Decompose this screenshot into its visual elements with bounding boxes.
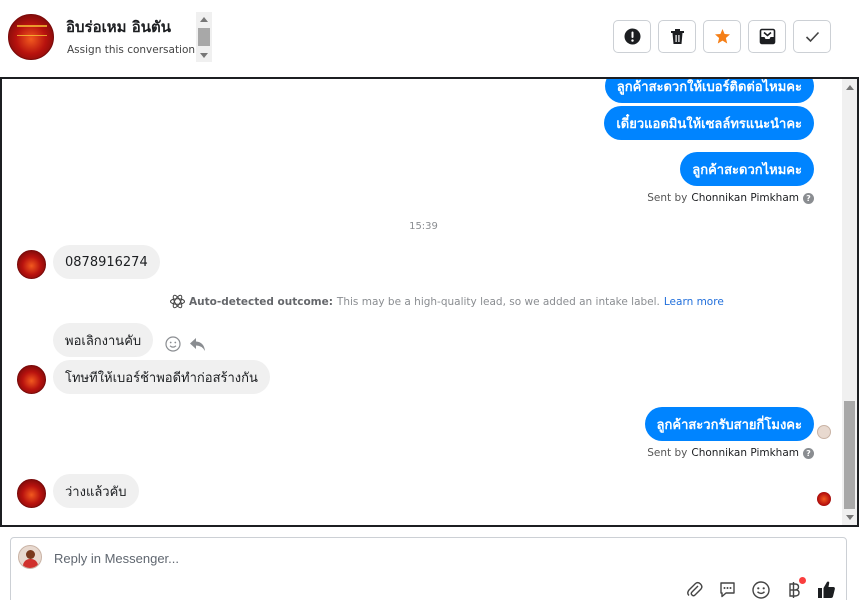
scroll-up-arrow-icon[interactable] [846,85,854,90]
help-icon[interactable]: ? [803,192,814,204]
seen-by-agent-avatar [817,425,831,439]
contact-avatar-small [17,365,46,394]
inbox-icon [759,28,775,45]
sent-by-prefix: Sent by [647,192,688,204]
learn-more-link[interactable]: Learn more [664,296,724,308]
like-button[interactable] [817,580,836,599]
scrollbar-thumb[interactable] [844,401,855,509]
agent-avatar [18,545,42,569]
conversation-header: อิบร่อเหม อินตัน Assign this conversatio… [0,0,859,76]
scroll-up-arrow-icon[interactable] [200,17,208,22]
trash-icon [670,29,684,44]
sent-by-label: Sent by Chonnikan Pimkham ? [647,192,814,204]
incoming-message[interactable]: พอเลิกงานคับ [53,323,154,357]
sent-by-prefix: Sent by [647,447,688,459]
outgoing-message[interactable]: ลูกค้าสะดวกไหมคะ [680,152,814,186]
scrollbar-thumb[interactable] [198,28,210,46]
move-to-inbox-button[interactable] [748,20,786,53]
incoming-message[interactable]: โทษทีให้เบอร์ช้าพอดีทำก่อสร้างกัน [53,360,270,394]
emoji-icon [751,580,770,599]
alert-icon [624,28,640,45]
timestamp-separator: 15:39 [409,221,438,232]
check-icon [805,31,819,42]
reply-input[interactable] [54,551,654,566]
saved-replies-button[interactable] [718,580,737,599]
sent-by-label: Sent by Chonnikan Pimkham ? [647,447,814,459]
outcome-text: This may be a high-quality lead, so we a… [336,295,660,308]
contact-avatar[interactable] [8,14,54,60]
composer-toolbar [685,577,836,599]
thumbs-up-icon [818,581,835,598]
incoming-message[interactable]: ว่างแล้วคับ [53,474,139,508]
star-icon [714,29,730,44]
sender-name: Chonnikan Pimkham [691,192,799,204]
header-scrollbar[interactable] [196,12,212,62]
paperclip-icon [687,581,703,597]
mark-done-button[interactable] [793,20,831,53]
conversation-actions [613,20,831,53]
scroll-down-arrow-icon[interactable] [846,515,854,520]
incoming-message[interactable]: 0878916274 [53,245,160,279]
atom-icon [170,294,185,309]
baht-icon [788,581,800,598]
help-icon[interactable]: ? [803,447,814,459]
react-emoji-icon[interactable] [165,336,181,352]
chat-bubble-icon [720,582,735,598]
contact-avatar-small [17,250,46,279]
outgoing-message[interactable]: ลูกค้าสะวกรับสายกี่โมงคะ [644,407,814,441]
message-thread[interactable]: ลูกค้าสะดวกให้เบอร์ติดต่อไหมคะ เดี๋ยวแอด… [0,77,859,527]
contact-avatar-small [17,479,46,508]
scroll-down-arrow-icon[interactable] [200,53,208,58]
outcome-title: Auto-detected outcome: [189,295,333,308]
contact-name[interactable]: อิบร่อเหม อินตัน [66,15,171,39]
seen-by-contact-avatar [817,492,831,506]
attach-button[interactable] [685,580,704,599]
auto-detected-outcome-notice: Auto-detected outcome: This may be a hig… [170,294,724,309]
outgoing-message[interactable]: ลูกค้าสะดวกให้เบอร์ติดต่อไหมคะ [604,79,814,103]
reply-composer [10,537,847,600]
emoji-button[interactable] [751,580,770,599]
message-hover-tools [165,336,206,352]
thread-scrollbar[interactable] [842,79,857,525]
delete-button[interactable] [658,20,696,53]
outgoing-message[interactable]: เดี๋ยวแอดมินให้เซลล์ทรแนะนำคะ [604,106,814,140]
reply-icon[interactable] [189,337,206,352]
sender-name: Chonnikan Pimkham [691,447,799,459]
star-button[interactable] [703,20,741,53]
assign-label: Assign this conversation [67,44,196,56]
payment-button[interactable] [784,577,806,599]
mark-spam-button[interactable] [613,20,651,53]
assign-conversation-dropdown[interactable]: Assign this conversation [67,44,212,56]
notification-dot [799,577,806,584]
